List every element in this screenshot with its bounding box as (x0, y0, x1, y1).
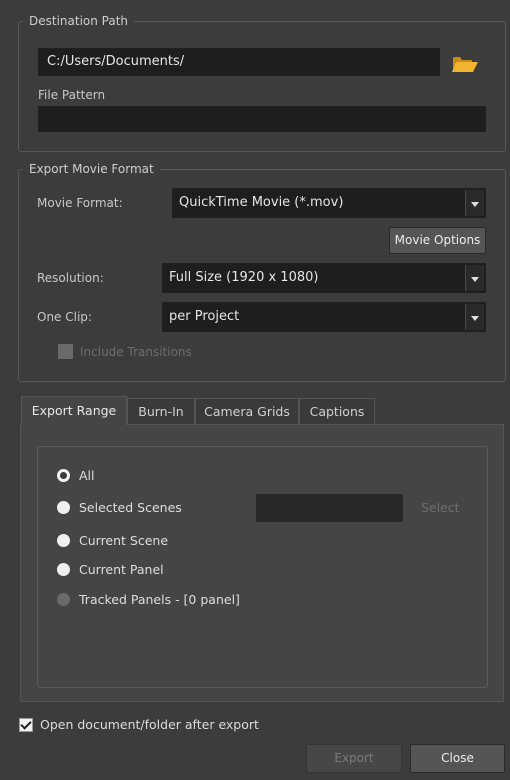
chevron-down-icon (465, 190, 484, 216)
chevron-down-icon (465, 265, 484, 291)
radio-selected-scenes-label: Selected Scenes (79, 500, 182, 515)
resolution-dropdown[interactable]: Full Size (1920 x 1080) (162, 263, 486, 293)
radio-current-scene-label: Current Scene (79, 533, 169, 548)
one-clip-dropdown[interactable]: per Project (162, 302, 486, 332)
radio-tracked-panels-label: Tracked Panels - [0 panel] (79, 592, 240, 607)
export-button[interactable]: Export (306, 744, 402, 773)
open-after-export-checkbox[interactable] (19, 718, 33, 732)
tab-export-range[interactable]: Export Range (21, 396, 127, 425)
radio-current-panel[interactable] (57, 563, 70, 576)
one-clip-label: One Clip: (37, 310, 92, 324)
include-transitions-checkbox[interactable] (58, 344, 73, 359)
open-after-export-label: Open document/folder after export (40, 717, 259, 732)
radio-tracked-panels[interactable] (57, 593, 70, 606)
destination-path-title: Destination Path (23, 13, 135, 29)
file-pattern-input[interactable] (38, 106, 486, 132)
chevron-down-icon (465, 304, 484, 330)
radio-current-scene[interactable] (57, 534, 70, 547)
radio-all[interactable] (57, 469, 70, 482)
tab-camera-grids[interactable]: Camera Grids (195, 398, 299, 424)
tab-captions[interactable]: Captions (299, 398, 375, 424)
radio-all-label: All (79, 468, 95, 483)
resolution-label: Resolution: (37, 271, 104, 285)
one-clip-value: per Project (169, 309, 240, 324)
resolution-value: Full Size (1920 x 1080) (169, 270, 319, 285)
movie-format-value: QuickTime Movie (*.mov) (179, 195, 344, 210)
selected-scenes-input[interactable] (256, 494, 403, 522)
select-scenes-button[interactable]: Select (421, 500, 460, 515)
export-movie-format-title: Export Movie Format (23, 161, 160, 177)
folder-icon (452, 57, 478, 72)
radio-selected-scenes[interactable] (57, 501, 70, 514)
destination-path-input[interactable]: C:/Users/Documents/ (38, 48, 440, 76)
close-button[interactable]: Close (410, 744, 505, 773)
checkmark-icon (20, 718, 32, 730)
movie-format-label: Movie Format: (37, 196, 123, 210)
tab-burn-in[interactable]: Burn-In (127, 398, 195, 424)
include-transitions-label: Include Transitions (80, 345, 192, 359)
browse-folder-button[interactable] (450, 52, 480, 74)
file-pattern-label: File Pattern (38, 88, 106, 102)
movie-format-dropdown[interactable]: QuickTime Movie (*.mov) (172, 188, 486, 218)
movie-options-button[interactable]: Movie Options (389, 227, 486, 254)
radio-current-panel-label: Current Panel (79, 562, 164, 577)
